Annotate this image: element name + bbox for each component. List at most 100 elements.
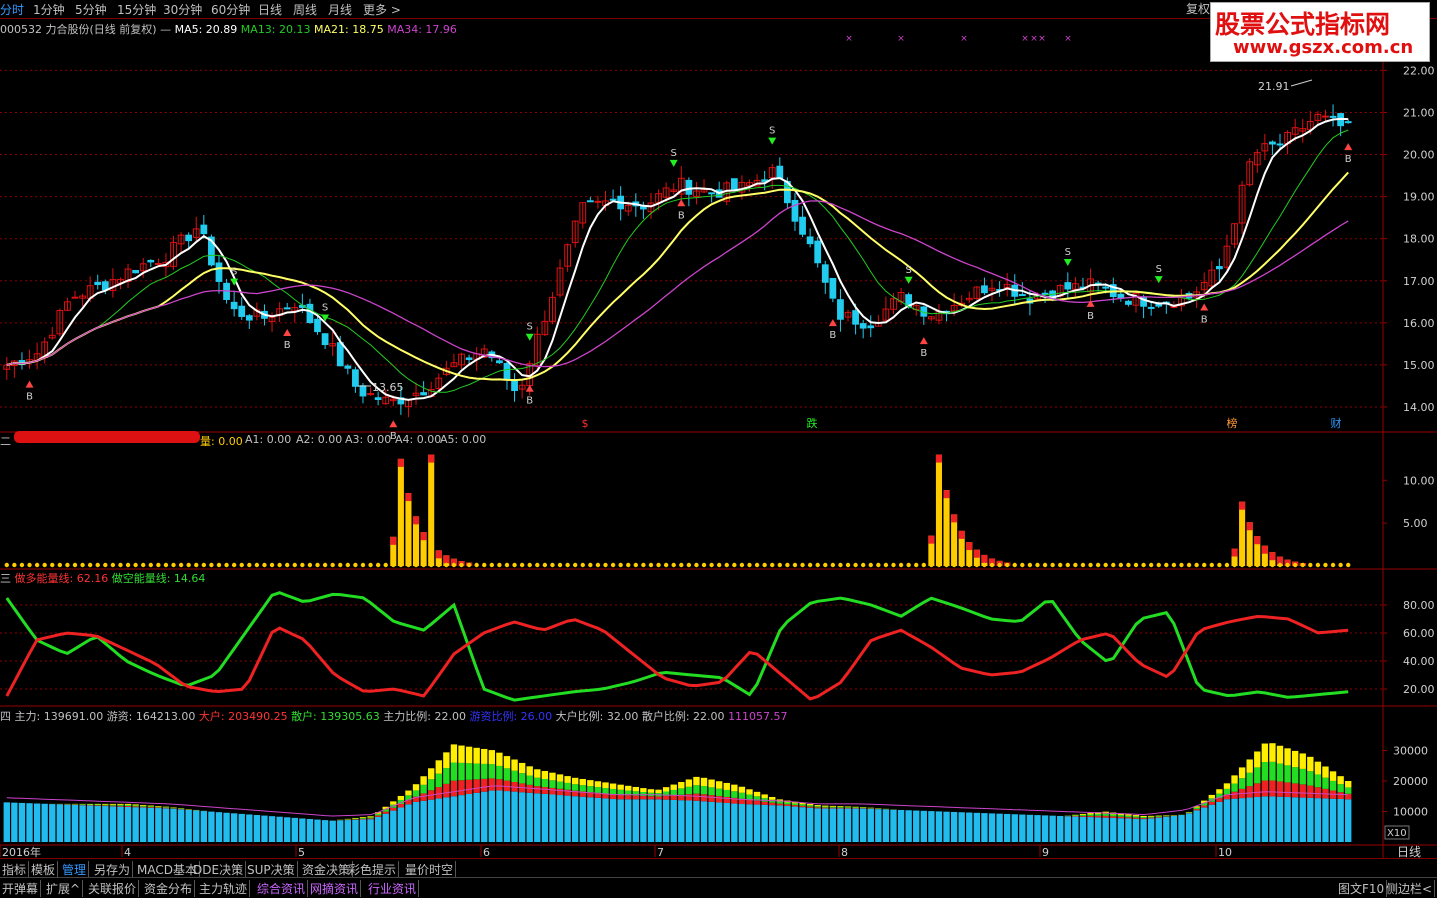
flow-bar-retail xyxy=(41,804,47,842)
candles xyxy=(4,104,1351,417)
candle-body xyxy=(1277,144,1283,145)
flow-bar-main xyxy=(534,769,540,777)
toolbar-item-9[interactable]: 量价时空 xyxy=(403,861,456,878)
vol-dot xyxy=(823,563,827,567)
toolbar-item-3[interactable]: 另存为 xyxy=(92,861,133,878)
period-tab-1[interactable]: 1分钟 xyxy=(33,1,65,18)
bottom-item-2[interactable]: 关联报价 xyxy=(86,880,139,897)
flow-bar-hot xyxy=(549,780,555,788)
vol-dot xyxy=(740,563,744,567)
flow-bar-hot xyxy=(1315,774,1321,787)
toolbar-item-6[interactable]: SUP决策 xyxy=(245,861,298,878)
vol-dot xyxy=(255,563,259,567)
sell-arrow-icon xyxy=(768,138,776,145)
period-tab-9[interactable]: 更多 > xyxy=(363,1,401,18)
flow-bar-retail xyxy=(1103,818,1109,842)
vol-dot xyxy=(459,563,463,567)
scale-label: X10 xyxy=(1387,828,1407,839)
bottom-right-1[interactable]: 侧边栏< xyxy=(1384,880,1435,897)
period-tab-0[interactable]: 分时 xyxy=(0,1,24,18)
flow-bar-hot xyxy=(792,803,798,805)
flow-label-6: 大户比例: 32.00 xyxy=(556,710,642,723)
flow-bar-big xyxy=(1193,809,1199,810)
vol-dot xyxy=(929,563,933,567)
flow-bar-main xyxy=(1209,795,1215,798)
candle-body xyxy=(610,199,616,200)
flow-bar-hot xyxy=(564,783,570,790)
flow-bar-main xyxy=(1307,757,1313,771)
period-tab-5[interactable]: 60分钟 xyxy=(211,1,250,18)
flow-bar-retail xyxy=(996,814,1002,842)
flow-bar-main xyxy=(367,816,373,817)
flow-bar-retail xyxy=(367,819,373,842)
flow-bar-main xyxy=(686,779,692,786)
period-tab-8[interactable]: 月线 xyxy=(328,1,352,18)
flow-bar-retail xyxy=(852,808,858,842)
flow-bar-big xyxy=(473,779,479,793)
flow-bar-big xyxy=(663,796,669,800)
flow-bar-main xyxy=(746,789,752,794)
bottom-item-0[interactable]: 开弹幕 xyxy=(0,880,41,897)
vol-bar-top xyxy=(398,459,404,467)
vol-dot xyxy=(171,563,175,567)
toolbar-item-5[interactable]: DDE决策 xyxy=(191,861,246,878)
bottom-item-1[interactable]: 扩展^ xyxy=(44,880,83,897)
vol-dot xyxy=(308,563,312,567)
period-tab-4[interactable]: 30分钟 xyxy=(163,1,202,18)
toolbar-item-2[interactable]: 管理 xyxy=(60,861,89,878)
candle-body xyxy=(148,260,154,261)
vol-bar-top xyxy=(390,537,396,545)
vol-dot xyxy=(1301,563,1305,567)
period-tab-7[interactable]: 周线 xyxy=(293,1,317,18)
flow-bar-hot xyxy=(610,789,616,794)
event-marker-1: 跌 xyxy=(807,416,818,430)
candle-body xyxy=(307,304,313,322)
vol-dot xyxy=(1270,563,1274,567)
flow-bar-big xyxy=(458,780,464,795)
period-tab-3[interactable]: 15分钟 xyxy=(117,1,156,18)
flow-bar-hot xyxy=(443,768,449,784)
vol-dot xyxy=(232,563,236,567)
fq-button[interactable]: 复权 xyxy=(1186,0,1210,17)
buy-arrow-icon xyxy=(1200,304,1208,311)
vol-dot xyxy=(361,563,365,567)
vol-dot xyxy=(664,563,668,567)
flow-bar-retail xyxy=(1133,819,1139,842)
bottom-item-5[interactable]: 综合资讯 xyxy=(255,880,308,897)
flow-bar-main xyxy=(1269,743,1275,762)
bottom-item-6[interactable]: 网摘资讯 xyxy=(308,880,361,897)
bottom-item-3[interactable]: 资金分布 xyxy=(142,880,195,897)
flow-bar-retail xyxy=(746,804,752,842)
flow-bar-big xyxy=(815,807,821,808)
sell-arrow-icon xyxy=(1064,259,1072,266)
bottom-item-7[interactable]: 行业资讯 xyxy=(366,880,419,897)
flow-avg-line xyxy=(7,786,1348,816)
bottom-right-0[interactable]: 图文F10 xyxy=(1336,880,1387,897)
bottom-item-4[interactable]: 主力轨迹 xyxy=(197,880,250,897)
price-tick-label-2: 20.00 xyxy=(1403,149,1435,162)
candle-body xyxy=(421,393,427,395)
toolbar-item-8[interactable]: 彩色提示 xyxy=(346,861,399,878)
candle-body xyxy=(815,241,821,263)
flow-bar-retail xyxy=(72,805,78,842)
candle-body xyxy=(709,193,715,194)
period-tab-2[interactable]: 5分钟 xyxy=(75,1,107,18)
flow-bar-big xyxy=(648,796,654,799)
candle-body xyxy=(246,316,252,320)
flow-bar-main xyxy=(420,776,426,785)
vol-dot xyxy=(1346,563,1350,567)
flow-bar-retail xyxy=(102,806,108,842)
toolbar-item-0[interactable]: 指标 xyxy=(0,861,29,878)
candle-body xyxy=(792,200,798,221)
buy-signal-8: B xyxy=(1201,315,1208,326)
flow-bar-retail xyxy=(155,808,161,842)
flow-bar-hot xyxy=(1292,767,1298,783)
flow-bar-retail xyxy=(716,802,722,842)
bull-energy-line xyxy=(7,617,1348,699)
period-tab-6[interactable]: 日线 xyxy=(258,1,282,18)
vol-dot xyxy=(27,563,31,567)
flow-bar-retail xyxy=(1178,815,1184,842)
panel2-title: 二量: 0.00A1: 0.00A2: 0.00A3: 0.00A4: 0.00… xyxy=(0,433,11,449)
toolbar-item-1[interactable]: 模板 xyxy=(29,861,58,878)
bull-energy-label: 做多能量线: 62.16 xyxy=(15,572,112,585)
